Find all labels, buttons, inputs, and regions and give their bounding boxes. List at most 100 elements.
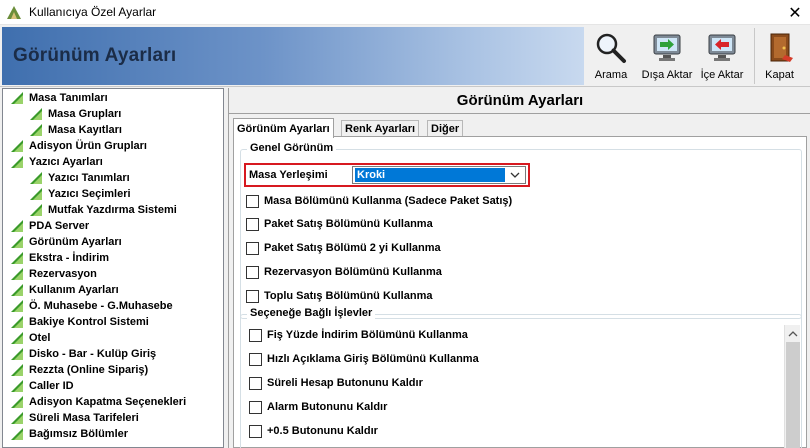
checkbox-row[interactable]: Süreli Hesap Butonunu Kaldır — [249, 375, 423, 391]
tree-item[interactable]: Caller ID — [10, 378, 74, 394]
settings-tree[interactable]: Masa Tanımları Masa Grupları Masa Kayıtl… — [2, 88, 224, 448]
general-view-legend: Genel Görünüm — [247, 142, 337, 154]
header-bar: Görünüm Ayarları Arama Dışa Aktar İçe Ak… — [0, 26, 810, 87]
exit-door-icon — [770, 33, 793, 62]
checkbox[interactable] — [246, 289, 259, 303]
scroll-thumb[interactable] — [786, 342, 800, 448]
tree-node-icon — [11, 236, 23, 248]
table-placement-value: Kroki — [355, 168, 505, 182]
header-title: Görünüm Ayarları — [13, 45, 177, 66]
tree-node-icon — [11, 412, 23, 424]
search-button[interactable]: Arama — [586, 28, 636, 84]
tree-item[interactable]: Yazıcı Seçimleri — [29, 186, 131, 202]
checkbox[interactable] — [249, 400, 262, 414]
tree-item[interactable]: Yazıcı Ayarları — [10, 154, 103, 170]
checkbox-row[interactable]: Rezervasyon Bölümünü Kullanma — [246, 264, 442, 280]
tree-node-icon — [11, 332, 23, 344]
checkbox[interactable] — [246, 265, 259, 279]
tree-item[interactable]: Bakiye Kontrol Sistemi — [10, 314, 149, 330]
settings-window: Kullanıcıya Özel Ayarlar ✕ Görünüm Ayarl… — [0, 0, 810, 448]
settings-panel: Görünüm Ayarları Görünüm Ayarları Renk A… — [228, 88, 810, 448]
tree-node-icon — [11, 348, 23, 360]
checkbox[interactable] — [246, 217, 259, 231]
tree-item[interactable]: Disko - Bar - Kulüp Giriş — [10, 346, 156, 362]
tree-item[interactable]: Masa Tanımları — [10, 90, 108, 106]
tree-node-icon — [11, 156, 23, 168]
tree-item[interactable]: Adisyon Kapatma Seçenekleri — [10, 394, 186, 410]
tree-item[interactable]: Mutfak Yazdırma Sistemi — [29, 202, 177, 218]
checkbox[interactable] — [249, 352, 262, 366]
tree-node-icon — [11, 92, 23, 104]
tree-item[interactable]: Masa Kayıtları — [29, 122, 122, 138]
magnifier-icon — [596, 33, 626, 63]
close-button[interactable]: Kapat — [754, 28, 804, 84]
export-button[interactable]: Dışa Aktar — [642, 28, 692, 84]
checkbox-row[interactable]: Fiş Yüzde İndirim Bölümünü Kullanma — [249, 327, 468, 343]
tab-renk-ayarlari[interactable]: Renk Ayarları — [341, 120, 420, 137]
checkbox-row[interactable]: Masa Bölümünü Kullanma (Sadece Paket Sat… — [246, 193, 512, 209]
tree-node-icon — [11, 428, 23, 440]
tree-item[interactable]: Yazıcı Tanımları — [29, 170, 130, 186]
export-label: Dışa Aktar — [641, 69, 693, 81]
scroll-up-button[interactable] — [785, 325, 801, 342]
checkbox-row[interactable]: Toplu Satış Bölümünü Kullanma — [246, 288, 432, 304]
export-monitor-icon — [653, 34, 681, 61]
search-label: Arama — [594, 69, 628, 81]
tree-node-icon — [11, 252, 23, 264]
tree-item[interactable]: PDA Server — [10, 218, 89, 234]
chevron-down-icon — [510, 172, 520, 178]
tree-item[interactable]: Süreli Masa Tarifeleri — [10, 410, 139, 426]
tree-node-icon — [11, 364, 23, 376]
checkbox[interactable] — [249, 376, 262, 390]
tree-node-icon — [11, 220, 23, 232]
checkbox-row[interactable]: Paket Satış Bölümünü Kullanma — [246, 216, 433, 232]
checkbox-row[interactable]: Alarm Butonunu Kaldır — [249, 399, 387, 415]
table-placement-row: Masa Yerleşimi Kroki — [244, 163, 530, 187]
checkbox[interactable] — [249, 328, 262, 342]
tree-item[interactable]: Rezzta (Online Sipariş) — [10, 362, 148, 378]
tree-item[interactable]: Kullanım Ayarları — [10, 282, 119, 298]
vertical-scrollbar[interactable] — [784, 325, 800, 448]
table-placement-select[interactable]: Kroki — [352, 166, 526, 184]
tree-item[interactable]: Adisyon Ürün Grupları — [10, 138, 147, 154]
checkbox[interactable] — [246, 194, 259, 208]
tab-gorunum-ayarlari[interactable]: Görünüm Ayarları — [233, 118, 334, 138]
tree-node-icon — [11, 396, 23, 408]
tree-item[interactable]: Bağımsız Bölümler — [10, 426, 128, 442]
tab-panel: Genel Görünüm Masa Yerleşimi Kroki Masa … — [233, 136, 807, 448]
tree-item[interactable]: Görünüm Ayarları — [10, 234, 122, 250]
import-monitor-icon — [708, 34, 736, 61]
tree-node-icon — [11, 300, 23, 312]
import-label: İçe Aktar — [700, 69, 744, 81]
app-icon — [7, 6, 21, 19]
dependent-functions-legend: Seçeneğe Bağlı İşlevler — [247, 307, 376, 319]
import-button[interactable]: İçe Aktar — [697, 28, 747, 84]
chevron-up-icon — [788, 330, 798, 336]
header-banner: Görünüm Ayarları — [2, 27, 584, 85]
tree-node-icon — [11, 140, 23, 152]
tree-item[interactable]: Rezervasyon — [10, 266, 97, 282]
tree-node-icon — [30, 172, 42, 184]
close-label: Kapat — [765, 69, 794, 81]
tab-diger[interactable]: Diğer — [427, 120, 464, 137]
tree-node-icon — [11, 268, 23, 280]
title-bar: Kullanıcıya Özel Ayarlar ✕ — [0, 0, 810, 25]
tree-item[interactable]: Otel — [10, 330, 50, 346]
tree-node-icon — [11, 316, 23, 328]
checkbox-row[interactable]: Hızlı Açıklama Giriş Bölümünü Kullanma — [249, 351, 479, 367]
table-placement-label: Masa Yerleşimi — [249, 169, 328, 181]
window-close-button[interactable]: ✕ — [780, 0, 810, 25]
window-title: Kullanıcıya Özel Ayarlar — [29, 5, 157, 19]
tree-item[interactable]: Ekstra - İndirim — [10, 250, 109, 266]
panel-title: Görünüm Ayarları — [229, 88, 810, 114]
tree-node-icon — [30, 108, 42, 120]
tree-node-icon — [11, 380, 23, 392]
checkbox[interactable] — [246, 241, 259, 255]
tree-item[interactable]: Masa Grupları — [29, 106, 121, 122]
tree-item[interactable]: Ö. Muhasebe - G.Muhasebe — [10, 298, 173, 314]
checkbox-row[interactable]: Paket Satış Bölümü 2 yi Kullanma — [246, 240, 441, 256]
checkbox[interactable] — [249, 424, 262, 438]
tree-node-icon — [30, 188, 42, 200]
checkbox-row[interactable]: +0.5 Butonunu Kaldır — [249, 423, 378, 439]
tree-node-icon — [30, 124, 42, 136]
